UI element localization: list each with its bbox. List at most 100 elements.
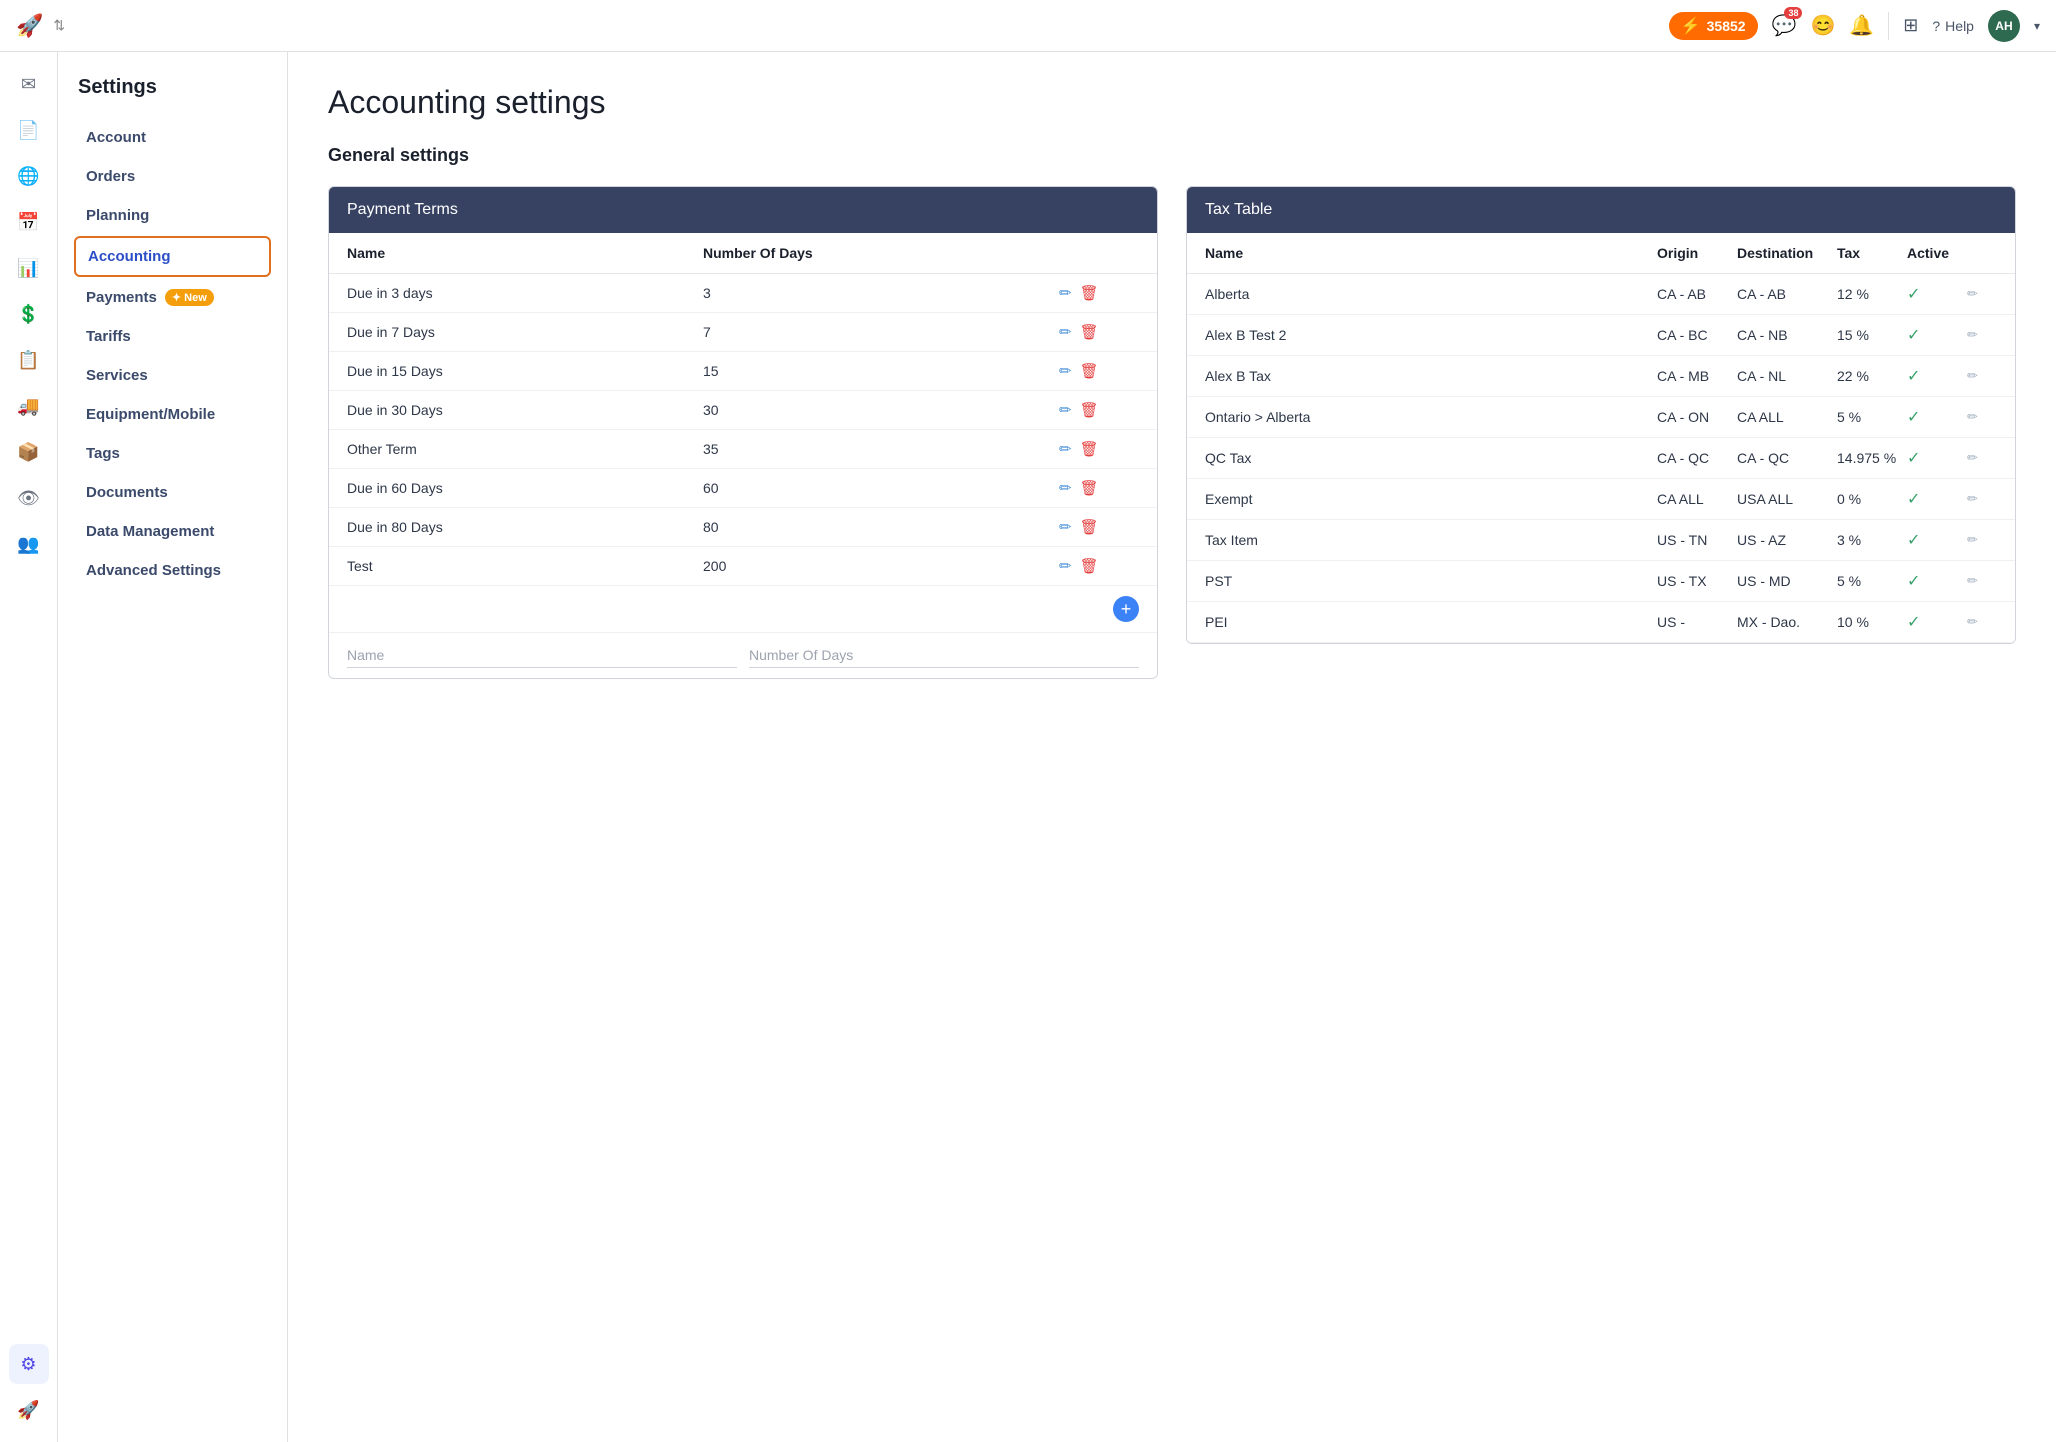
edit-icon[interactable]: ✏ [1059,323,1072,341]
delete-icon[interactable]: 🗑 [1080,323,1099,341]
delete-icon[interactable]: 🗑 [1080,401,1099,419]
sidebar-item-tags[interactable]: Tags [74,435,271,472]
delete-icon[interactable]: 🗑 [1080,479,1099,497]
rail-icon-truck[interactable]: 🚚 [9,386,49,426]
edit-icon[interactable]: ✏ [1967,614,1997,630]
tax-table-columns: Name Origin Destination Tax Active [1187,233,2015,274]
row-days: 200 [703,558,1059,574]
help-button[interactable]: ? Help [1932,18,1974,34]
sidebar-item-documents[interactable]: Documents [74,474,271,511]
active-check-icon: ✓ [1907,571,1967,591]
sidebar-item-equipment[interactable]: Equipment/Mobile [74,396,271,433]
row-tax: 22 % [1837,368,1907,384]
delete-icon[interactable]: 🗑 [1080,284,1099,302]
sidebar-item-accounting[interactable]: Accounting [74,236,271,277]
lightning-icon: ⚡ [1681,16,1701,36]
edit-icon[interactable]: ✏ [1059,284,1072,302]
edit-icon[interactable]: ✏ [1967,532,1997,548]
row-tax: 0 % [1837,491,1907,507]
active-check-icon: ✓ [1907,407,1967,427]
new-days-input[interactable] [749,643,1139,668]
rail-icon-calendar[interactable]: 📅 [9,202,49,242]
edit-icon[interactable]: ✏ [1967,368,1997,384]
sort-icon[interactable]: ⇅ [53,17,65,34]
chevron-down-icon[interactable]: ▾ [2034,19,2040,33]
rail-icon-team[interactable]: 👥 [9,524,49,564]
row-destination: CA - QC [1737,450,1837,466]
help-label: Help [1945,18,1974,34]
active-check-icon: ✓ [1907,489,1967,509]
rail-icon-gear[interactable]: ⚙ [9,1344,49,1384]
sidebar-item-label: Data Management [86,523,214,540]
row-name: Other Term [347,441,703,457]
row-tax: 15 % [1837,327,1907,343]
table-row: Due in 7 Days 7 ✏ 🗑 [329,313,1157,352]
delete-icon[interactable]: 🗑 [1080,518,1099,536]
sidebar-item-tariffs[interactable]: Tariffs [74,318,271,355]
edit-icon[interactable]: ✏ [1967,327,1997,343]
messages-button[interactable]: 💬 38 [1772,13,1797,38]
sidebar-item-planning[interactable]: Planning [74,197,271,234]
sidebar-item-account[interactable]: Account [74,119,271,156]
delete-icon[interactable]: 🗑 [1080,557,1099,575]
active-check-icon: ✓ [1907,448,1967,468]
edit-icon[interactable]: ✏ [1967,286,1997,302]
tax-table-header: Tax Table [1187,187,2015,233]
grid-button[interactable]: ⊞ [1903,15,1918,36]
rail-icon-people[interactable]: 👁 [9,478,49,518]
active-check-icon: ✓ [1907,366,1967,386]
sidebar-item-orders[interactable]: Orders [74,158,271,195]
edit-icon[interactable]: ✏ [1059,362,1072,380]
sidebar-item-label: Tariffs [86,328,131,345]
section-title: General settings [328,145,2016,166]
table-row: Tax Item US - TN US - AZ 3 % ✓ ✏ [1187,520,2015,561]
rail-icon-clipboard[interactable]: 📋 [9,340,49,380]
content-area: Accounting settings General settings Pay… [288,52,2056,1442]
tax-table-body: Name Origin Destination Tax Active Alber… [1187,233,2015,643]
sidebar-item-data-management[interactable]: Data Management [74,513,271,550]
rail-icon-box[interactable]: 📦 [9,432,49,472]
new-badge: ✦ New [165,289,214,306]
add-payment-term-button[interactable]: + [1113,596,1139,622]
row-tax: 10 % [1837,614,1907,630]
edit-icon[interactable]: ✏ [1967,450,1997,466]
chat-button[interactable]: 😊 [1810,13,1835,38]
row-name: PST [1205,573,1657,589]
row-origin: CA - BC [1657,327,1737,343]
rail-icon-dollar[interactable]: 💲 [9,294,49,334]
edit-icon[interactable]: ✏ [1967,491,1997,507]
sidebar-title: Settings [74,76,271,99]
sidebar-item-services[interactable]: Services [74,357,271,394]
row-destination: CA - NL [1737,368,1837,384]
rail-icon-globe[interactable]: 🌐 [9,156,49,196]
row-origin: US - [1657,614,1737,630]
edit-icon[interactable]: ✏ [1059,557,1072,575]
row-destination: US - AZ [1737,532,1837,548]
edit-icon[interactable]: ✏ [1059,479,1072,497]
row-days: 35 [703,441,1059,457]
rail-icon-mail[interactable]: ✉ [9,64,49,104]
edit-icon[interactable]: ✏ [1059,440,1072,458]
sidebar-item-advanced[interactable]: Advanced Settings [74,552,271,589]
payment-terms-card: Payment Terms Name Number Of Days Due in… [328,186,1158,679]
bell-button[interactable]: 🔔 [1849,13,1874,38]
avatar[interactable]: AH [1988,10,2020,42]
row-name: PEI [1205,614,1657,630]
sidebar-item-label: Accounting [88,248,171,265]
table-row: Test 200 ✏ 🗑 [329,547,1157,586]
rail-icon-document[interactable]: 📄 [9,110,49,150]
edit-icon[interactable]: ✏ [1059,518,1072,536]
edit-icon[interactable]: ✏ [1059,401,1072,419]
rail-icon-rocket-bottom[interactable]: 🚀 [9,1390,49,1430]
rail-icon-chart[interactable]: 📊 [9,248,49,288]
rocket-icon[interactable]: 🚀 [16,13,43,39]
sidebar-item-label: Orders [86,168,135,185]
edit-icon[interactable]: ✏ [1967,573,1997,589]
sidebar-item-payments[interactable]: Payments ✦ New [74,279,271,316]
delete-icon[interactable]: 🗑 [1080,362,1099,380]
new-name-input[interactable] [347,643,737,668]
delete-icon[interactable]: 🗑 [1080,440,1099,458]
active-check-icon: ✓ [1907,284,1967,304]
score-badge[interactable]: ⚡ 35852 [1669,12,1758,40]
edit-icon[interactable]: ✏ [1967,409,1997,425]
